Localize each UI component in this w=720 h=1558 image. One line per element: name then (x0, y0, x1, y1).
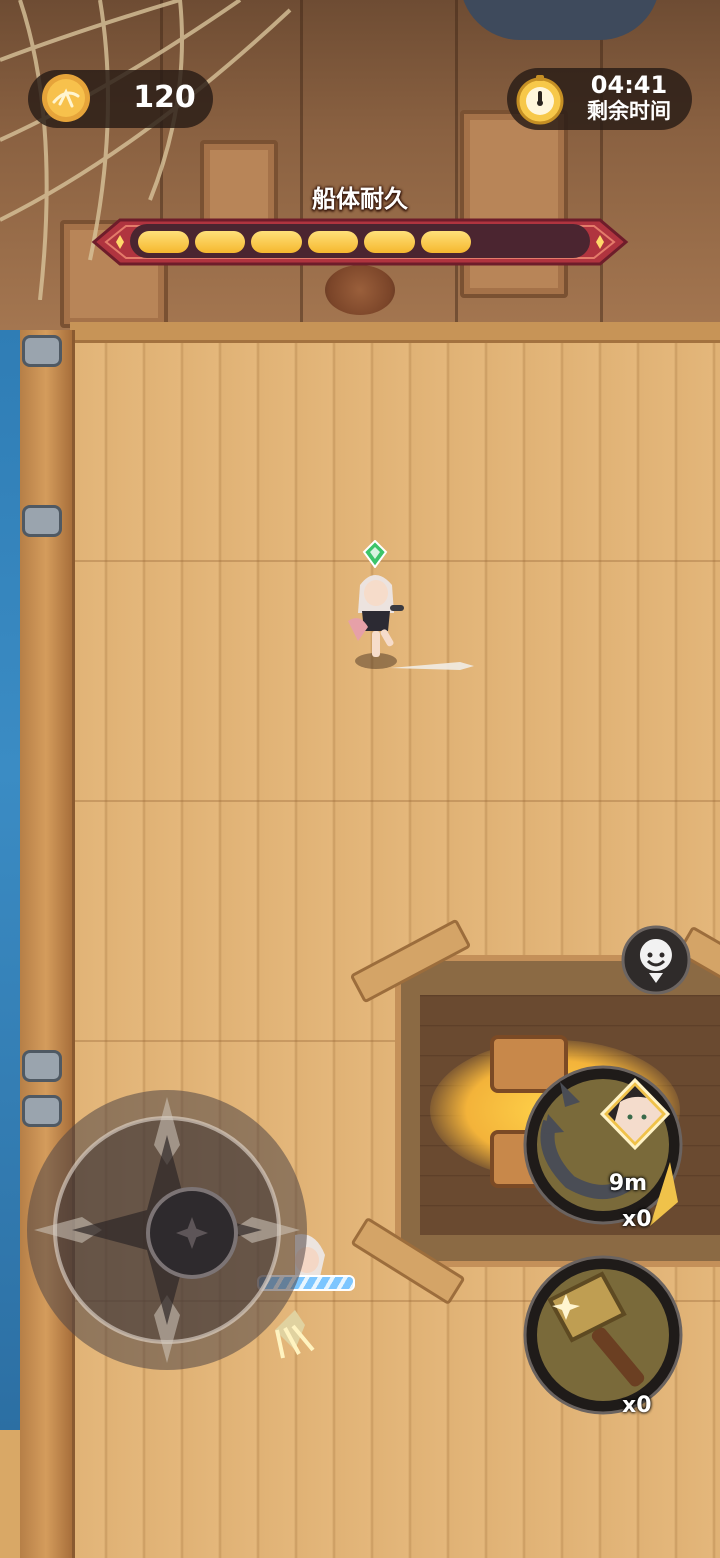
hull-segment-filled (420, 231, 471, 253)
rail-bolt (22, 335, 62, 367)
hull-segment-filled (138, 231, 189, 253)
grapple-distance: 9m (608, 1171, 648, 1196)
gold-coin-icon (42, 74, 90, 122)
grapple-skill-button[interactable] (520, 1062, 686, 1228)
rail-bolt (22, 1050, 62, 1082)
hull-segment-filled (194, 231, 245, 253)
emote-button[interactable] (621, 925, 691, 995)
timer-label: 剩余时间 (587, 99, 671, 123)
hammer-count: x0 (622, 1393, 652, 1418)
player-marker-icon (362, 540, 388, 568)
wall-plank (600, 0, 603, 330)
hull-segment-empty (534, 231, 585, 253)
deck-seam (70, 800, 720, 802)
hull-segment-empty (477, 231, 528, 253)
hull-segment-filled (251, 231, 302, 253)
hull-durability-bar (138, 231, 584, 253)
wall-plank (455, 0, 458, 330)
deck-seam (70, 560, 720, 562)
timer-value: 04:41 (590, 71, 668, 99)
player-character (348, 575, 404, 657)
coin-amount: 120 (133, 80, 196, 115)
hull-segment-filled (364, 231, 415, 253)
sword-slash-effect (390, 662, 474, 670)
hammer-skill-button[interactable] (520, 1252, 686, 1418)
deck-edge (70, 322, 720, 343)
stopwatch-icon (516, 75, 564, 125)
movement-joystick[interactable] (22, 1085, 312, 1375)
hull-segment-filled (307, 231, 358, 253)
rail-bolt (22, 505, 62, 537)
wall-plank (300, 0, 303, 330)
grapple-count: x0 (622, 1207, 652, 1232)
